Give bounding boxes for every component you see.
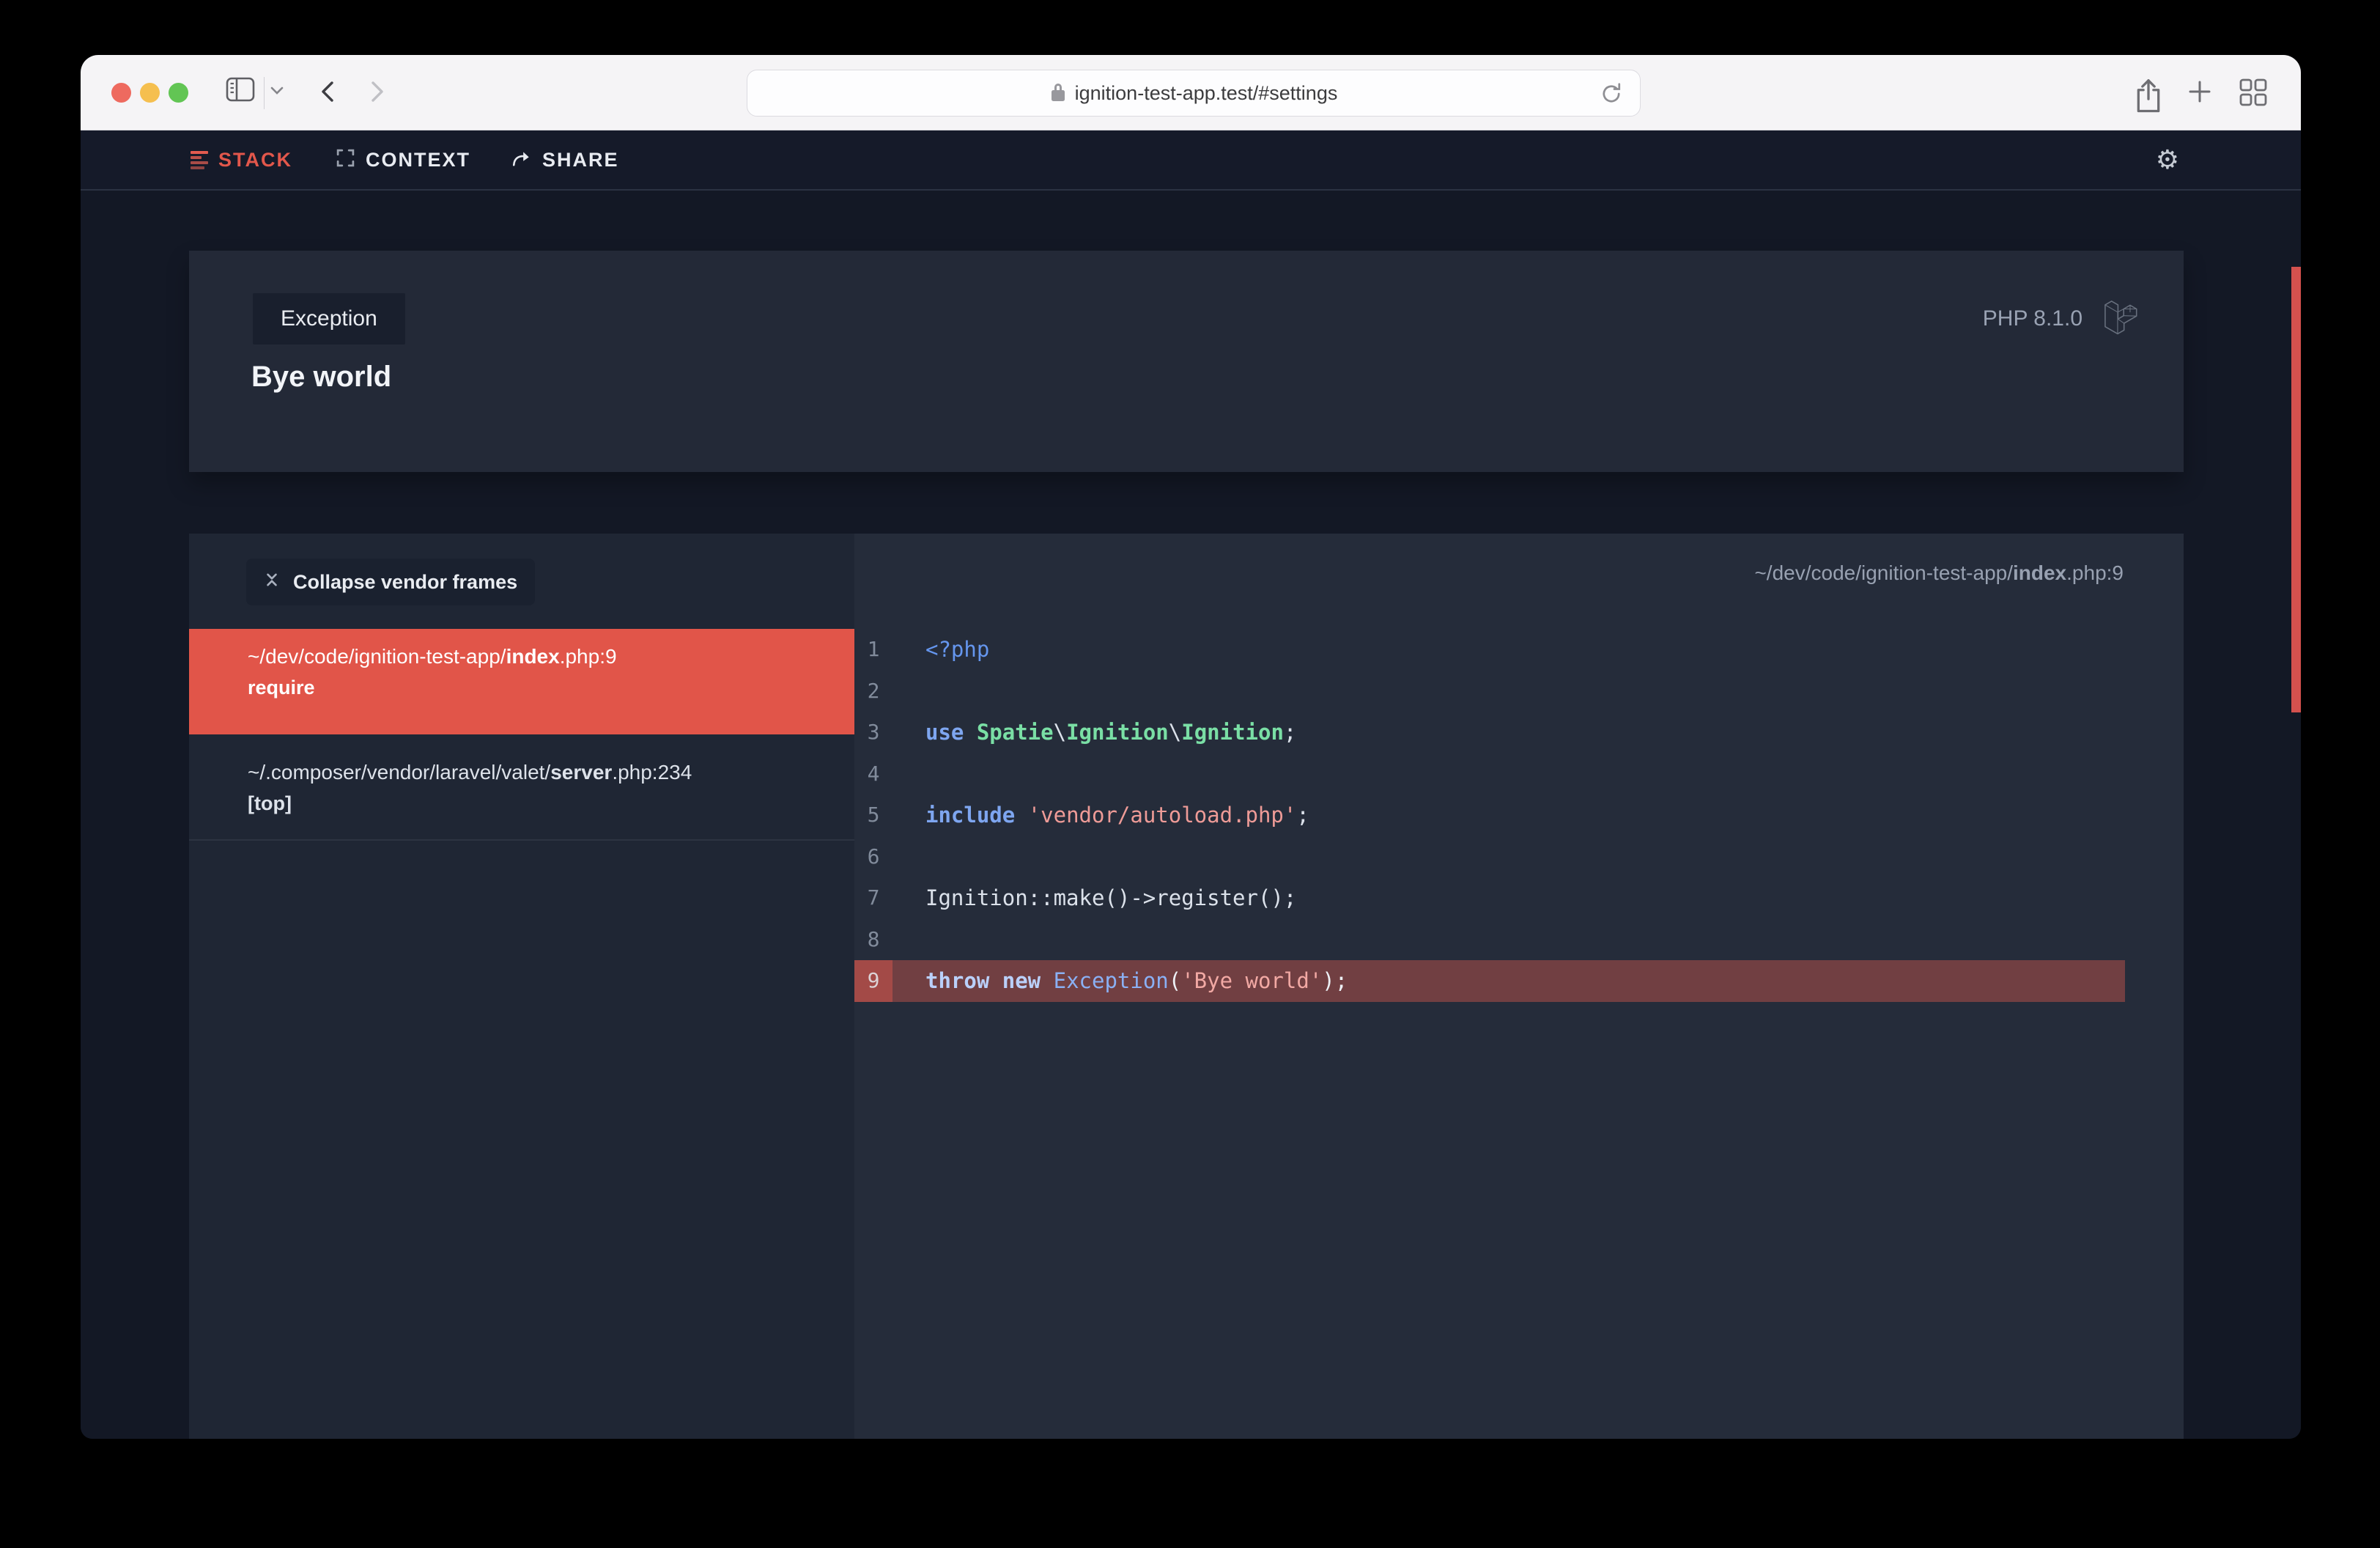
- plus-icon: [2185, 77, 2214, 110]
- code-line: 5 include 'vendor/autoload.php';: [854, 795, 2184, 836]
- sidebar-menu-button[interactable]: [270, 86, 284, 100]
- code-line: 7 Ignition::make()->register();: [854, 877, 2184, 919]
- frame-method: [top]: [248, 792, 854, 815]
- tab-share-label: SHARE: [542, 149, 619, 172]
- chrome-divider: [264, 77, 265, 109]
- line-number: 9: [854, 960, 892, 1002]
- line-number: 6: [854, 836, 892, 878]
- code-line: 6: [854, 836, 2184, 878]
- grid-icon: [2238, 77, 2269, 111]
- code-line: 8: [854, 919, 2184, 961]
- code-text: include 'vendor/autoload.php';: [925, 803, 1309, 828]
- stack-frame[interactable]: ~/.composer/vendor/laravel/valet/server.…: [189, 734, 854, 841]
- code-line: 9 throw new Exception('Bye world');: [854, 960, 2125, 1002]
- laravel-icon: [2104, 300, 2138, 339]
- page-scrollbar-thumb[interactable]: [2291, 267, 2301, 712]
- tab-stack[interactable]: STACK: [191, 130, 292, 189]
- code-line: 4: [854, 753, 2184, 795]
- stack-icon: [191, 151, 208, 169]
- collapse-icon: [264, 571, 280, 594]
- browser-chrome: ignition-test-app.test/#settings: [81, 55, 2301, 130]
- sidebar-icon: [226, 77, 255, 106]
- code-text: Ignition::make()->register();: [925, 885, 1296, 910]
- exception-message: Bye world: [251, 361, 391, 394]
- line-number: 1: [854, 629, 892, 671]
- code-pane: ~/dev/code/ignition-test-app/index.php:9…: [854, 534, 2184, 1439]
- php-version: PHP 8.1.0: [1983, 306, 2082, 331]
- share-page-button[interactable]: [2132, 77, 2165, 119]
- back-icon: [318, 77, 337, 110]
- forward-icon: [368, 77, 387, 110]
- line-number: 3: [854, 712, 892, 753]
- exception-card: Exception PHP 8.1.0 Bye world: [189, 251, 2184, 472]
- tab-overview-button[interactable]: [2238, 77, 2269, 111]
- tab-context[interactable]: CONTEXT: [336, 130, 470, 189]
- line-number: 4: [854, 753, 892, 795]
- frame-method: require: [248, 677, 854, 699]
- frames-pane: Collapse vendor frames ~/dev/code/igniti…: [189, 534, 854, 1439]
- runtime-meta: PHP 8.1.0: [1983, 293, 2138, 344]
- new-tab-button[interactable]: [2185, 77, 2214, 110]
- minimize-window-button[interactable]: [140, 83, 160, 103]
- line-number: 5: [854, 795, 892, 836]
- tab-context-label: CONTEXT: [366, 149, 470, 172]
- line-number: 8: [854, 919, 892, 961]
- settings-button[interactable]: ⚙: [2156, 130, 2179, 189]
- stack-section: Collapse vendor frames ~/dev/code/igniti…: [189, 534, 2184, 1439]
- code-line: 2: [854, 671, 2184, 712]
- code-text: use Spatie\Ignition\Ignition;: [925, 720, 1296, 745]
- url-text: ignition-test-app.test/#settings: [1075, 82, 1338, 105]
- back-button[interactable]: [318, 77, 337, 110]
- collapse-vendor-frames-button[interactable]: Collapse vendor frames: [246, 559, 535, 605]
- collapse-label: Collapse vendor frames: [293, 571, 517, 594]
- forward-arrow-icon: [511, 150, 532, 171]
- line-number: 7: [854, 877, 892, 919]
- code-editor: 1 <?php 23 use Spatie\Ignition\Ignition; 45 i…: [854, 629, 2184, 1002]
- sidebar-toggle-button[interactable]: [226, 77, 255, 106]
- browser-window: ignition-test-app.test/#settings: [81, 55, 2301, 1439]
- gear-icon: ⚙: [2156, 145, 2179, 175]
- frame-path: ~/.composer/vendor/laravel/valet/server.…: [248, 761, 854, 784]
- line-number: 2: [854, 671, 892, 712]
- zoom-window-button[interactable]: [169, 83, 188, 103]
- code-file-path: ~/dev/code/ignition-test-app/index.php:9: [1754, 561, 2124, 585]
- close-window-button[interactable]: [111, 83, 131, 103]
- ignition-navbar: STACK CONTEXT SHARE ⚙: [81, 130, 2301, 191]
- code-text: throw new Exception('Bye world');: [925, 968, 1348, 993]
- frame-path: ~/dev/code/ignition-test-app/index.php:9: [248, 645, 854, 668]
- code-line: 3 use Spatie\Ignition\Ignition;: [854, 712, 2184, 753]
- page-content: Exception PHP 8.1.0 Bye world: [81, 191, 2301, 1439]
- stack-frame-active[interactable]: ~/dev/code/ignition-test-app/index.php:9…: [189, 629, 854, 734]
- address-bar[interactable]: ignition-test-app.test/#settings: [747, 70, 1641, 117]
- refresh-button[interactable]: [1599, 81, 1624, 110]
- forward-button[interactable]: [368, 77, 387, 110]
- chevron-down-icon: [270, 86, 284, 100]
- exception-class-badge: Exception: [253, 293, 405, 344]
- tab-share[interactable]: SHARE: [511, 130, 619, 189]
- tab-stack-label: STACK: [218, 149, 292, 172]
- context-icon: [336, 148, 355, 172]
- share-icon: [2132, 77, 2165, 119]
- code-text: <?php: [925, 637, 989, 662]
- code-line: 1 <?php: [854, 629, 2184, 671]
- lock-icon: [1050, 81, 1066, 106]
